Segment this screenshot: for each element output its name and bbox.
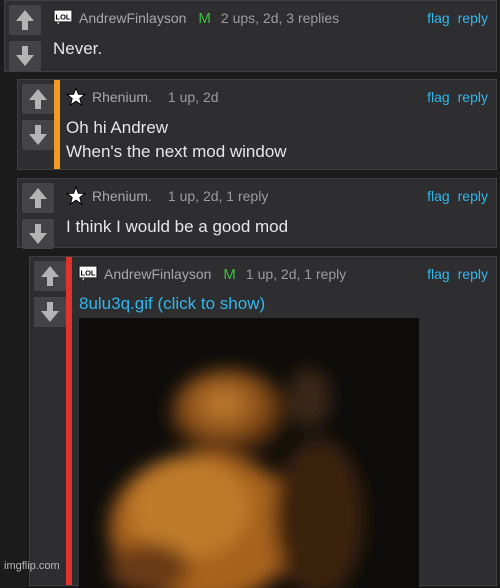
comment-meta: 1 up, 2d, 1 reply xyxy=(167,188,269,204)
vote-controls xyxy=(30,257,70,327)
gif-preview[interactable] xyxy=(79,318,419,588)
comment-meta: 1 up, 2d, 1 reply xyxy=(245,266,347,282)
comment-text: I think I would be a good mod xyxy=(66,217,289,236)
thread-indicator xyxy=(54,80,60,169)
arrow-up-icon xyxy=(29,188,47,208)
arrow-down-icon xyxy=(29,224,47,244)
gif-show-link[interactable]: 8ulu3q.gif (click to show) xyxy=(79,294,265,314)
comment: Rhenium. 1 up, 2d flag reply Oh hi Andre… xyxy=(17,79,497,170)
flag-link[interactable]: flag xyxy=(427,89,450,105)
svg-text:LOL: LOL xyxy=(81,269,96,278)
arrow-up-icon xyxy=(16,10,34,30)
flag-link[interactable]: flag xyxy=(427,10,450,26)
comment: Rhenium. 1 up, 2d, 1 reply flag reply I … xyxy=(17,178,497,249)
watermark: imgflip.com xyxy=(4,560,60,572)
reply-link[interactable]: reply xyxy=(458,10,488,26)
comment-header: LOL AndrewFinlayson M 1 up, 2d, 1 reply … xyxy=(78,263,488,285)
lol-badge-icon: LOL xyxy=(53,9,73,27)
arrow-down-icon xyxy=(29,125,47,145)
upvote-button[interactable] xyxy=(9,5,41,35)
username-link[interactable]: AndrewFinlayson xyxy=(104,266,211,282)
vote-controls xyxy=(18,179,58,249)
reply-link[interactable]: reply xyxy=(458,266,488,282)
comment-meta: 1 up, 2d xyxy=(167,89,219,105)
vote-controls xyxy=(5,1,45,71)
username-link[interactable]: AndrewFinlayson xyxy=(79,10,186,26)
comment: LOL AndrewFinlayson M 2 ups, 2d, 3 repli… xyxy=(4,0,497,72)
arrow-up-icon xyxy=(29,89,47,109)
arrow-up-icon xyxy=(41,266,59,286)
comment-header: Rhenium. 1 up, 2d, 1 reply flag reply xyxy=(66,185,488,207)
upvote-button[interactable] xyxy=(22,183,54,213)
downvote-button[interactable] xyxy=(22,219,54,249)
comment-meta: 2 ups, 2d, 3 replies xyxy=(220,10,340,26)
downvote-button[interactable] xyxy=(22,120,54,150)
downvote-button[interactable] xyxy=(34,297,66,327)
blurry-figure-image xyxy=(79,318,419,588)
flag-link[interactable]: flag xyxy=(427,188,450,204)
star-icon xyxy=(66,87,86,107)
mod-badge: M xyxy=(198,9,211,27)
star-icon xyxy=(66,186,86,206)
flag-link[interactable]: flag xyxy=(427,266,450,282)
vote-controls xyxy=(18,80,58,150)
reply-link[interactable]: reply xyxy=(458,188,488,204)
downvote-button[interactable] xyxy=(9,41,41,71)
upvote-button[interactable] xyxy=(34,261,66,291)
comment: LOL AndrewFinlayson M 1 up, 2d, 1 reply … xyxy=(29,256,497,588)
arrow-down-icon xyxy=(16,46,34,66)
comment-text: Oh hi Andrew When's the next mod window xyxy=(66,118,287,161)
comment-text: Never. xyxy=(53,39,103,58)
username-link[interactable]: Rhenium. xyxy=(92,188,152,204)
lol-badge-icon: LOL xyxy=(78,265,98,283)
comment-header: Rhenium. 1 up, 2d flag reply xyxy=(66,86,488,108)
comment-header: LOL AndrewFinlayson M 2 ups, 2d, 3 repli… xyxy=(53,7,488,29)
upvote-button[interactable] xyxy=(22,84,54,114)
username-link[interactable]: Rhenium. xyxy=(92,89,152,105)
arrow-down-icon xyxy=(41,302,59,322)
reply-link[interactable]: reply xyxy=(458,89,488,105)
mod-badge: M xyxy=(223,265,236,283)
svg-text:LOL: LOL xyxy=(56,13,71,22)
thread-indicator xyxy=(66,257,72,585)
